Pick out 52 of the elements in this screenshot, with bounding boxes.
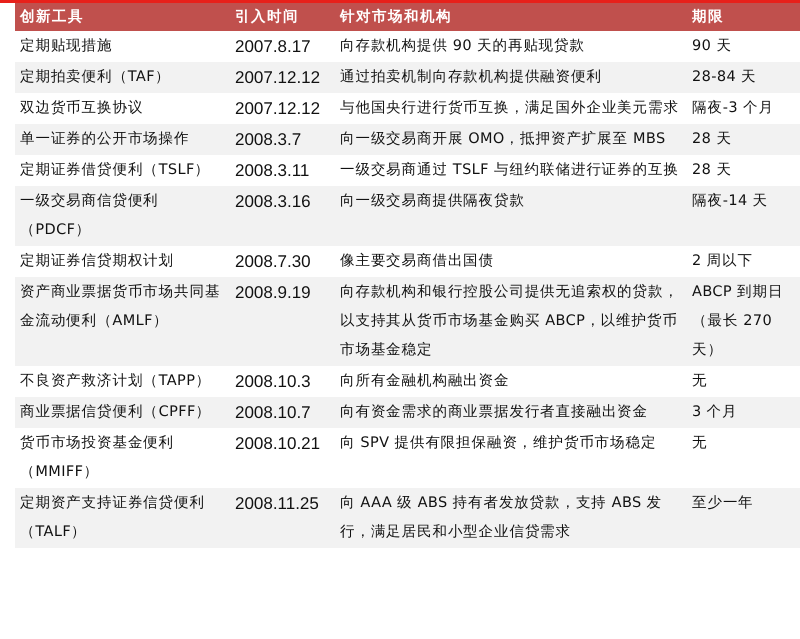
table-cell: 向所有金融机构融出资金: [335, 366, 687, 397]
table-cell: 向一级交易商提供隔夜贷款: [335, 186, 687, 246]
table-cell: 2007.12.12: [230, 93, 335, 124]
table-cell: 向 AAA 级 ABS 持有者发放贷款，支持 ABS 发行，满足居民和小型企业信贷需求: [335, 488, 687, 548]
table-cell: 2008.9.19: [230, 277, 335, 366]
table-cell: 2008.10.7: [230, 397, 335, 428]
table-cell: 向一级交易商开展 OMO，抵押资产扩展至 MBS: [335, 124, 687, 155]
table-cell: 无: [687, 428, 800, 488]
table-cell: 28-84 天: [687, 62, 800, 93]
table-cell: 2008.11.25: [230, 488, 335, 548]
table-cell: 向 SPV 提供有限担保融资，维护货币市场稳定: [335, 428, 687, 488]
table-cell: 2008.10.21: [230, 428, 335, 488]
table-cell: 通过拍卖机制向存款机构提供融资便利: [335, 62, 687, 93]
table-cell: 3 个月: [687, 397, 800, 428]
column-header: 针对市场和机构: [335, 3, 687, 31]
table-cell: 双边货币互换协议: [15, 93, 230, 124]
table-cell: 向有资金需求的商业票据发行者直接融出资金: [335, 397, 687, 428]
table-cell: 2008.3.11: [230, 155, 335, 186]
table-cell: 一级交易商信贷便利（PDCF）: [15, 186, 230, 246]
table-cell: 无: [687, 366, 800, 397]
table-cell: 不良资产救济计划（TAPP）: [15, 366, 230, 397]
table-cell: 2007.12.12: [230, 62, 335, 93]
table-cell: 单一证券的公开市场操作: [15, 124, 230, 155]
table-cell: 定期贴现措施: [15, 31, 230, 62]
table-cell: 90 天: [687, 31, 800, 62]
table-cell: 至少一年: [687, 488, 800, 548]
table-cell: 隔夜-14 天: [687, 186, 800, 246]
table-cell: 28 天: [687, 155, 800, 186]
column-header: 引入时间: [230, 3, 335, 31]
table-cell: 2008.10.3: [230, 366, 335, 397]
table-cell: ABCP 到期日（最长 270 天）: [687, 277, 800, 366]
table-cell: 货币市场投资基金便利（MMIFF）: [15, 428, 230, 488]
table-cell: 2008.3.16: [230, 186, 335, 246]
table-cell: 与他国央行进行货币互换，满足国外企业美元需求: [335, 93, 687, 124]
table-cell: 向存款机构和银行控股公司提供无追索权的贷款，以支持其从货币市场基金购买 ABCP，以维护货币市场基金稳定: [335, 277, 687, 366]
table-cell: 商业票据信贷便利（CPFF）: [15, 397, 230, 428]
table-cell: 定期拍卖便利（TAF）: [15, 62, 230, 93]
table-cell: 定期资产支持证券信贷便利（TALF）: [15, 488, 230, 548]
table-cell: 2008.3.7: [230, 124, 335, 155]
column-header: 创新工具: [15, 3, 230, 31]
table-cell: 向存款机构提供 90 天的再贴现贷款: [335, 31, 687, 62]
table-cell: 像主要交易商借出国债: [335, 246, 687, 277]
table-cell: 定期证券借贷便利（TSLF）: [15, 155, 230, 186]
table-cell: 2007.8.17: [230, 31, 335, 62]
column-header: 期限: [687, 3, 800, 31]
table-cell: 28 天: [687, 124, 800, 155]
table-cell: 一级交易商通过 TSLF 与纽约联储进行证券的互换: [335, 155, 687, 186]
table-cell: 2008.7.30: [230, 246, 335, 277]
table-cell: 2 周以下: [687, 246, 800, 277]
table-cell: 定期证券信贷期权计划: [15, 246, 230, 277]
table-cell: 隔夜-3 个月: [687, 93, 800, 124]
table-cell: 资产商业票据货币市场共同基金流动便利（AMLF）: [15, 277, 230, 366]
